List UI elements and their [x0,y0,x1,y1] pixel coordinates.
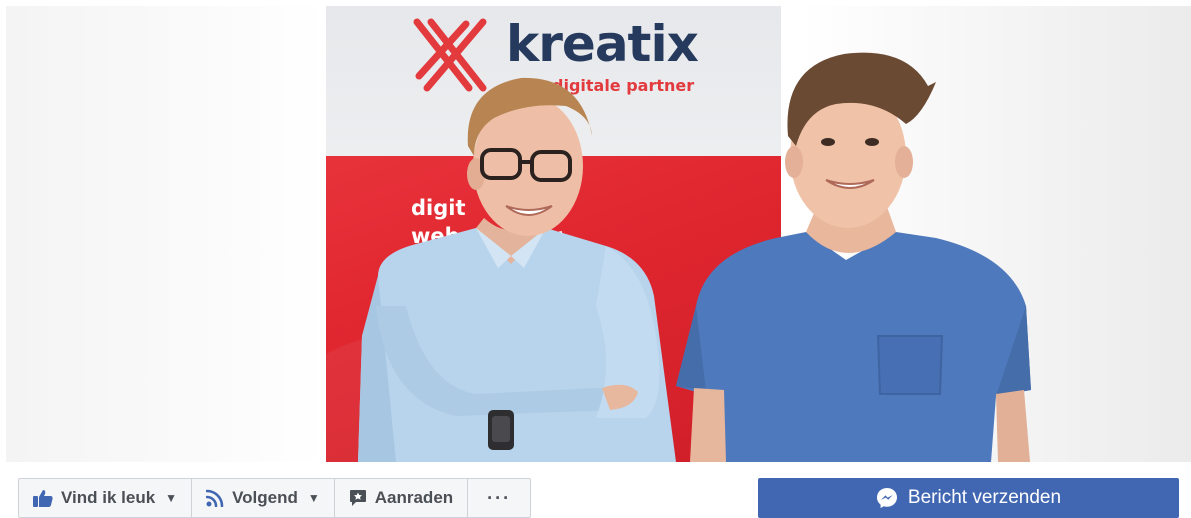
follow-button-label: Volgend [232,488,298,507]
more-options-button[interactable]: ··· [468,479,530,517]
rss-feed-icon [206,489,224,507]
thumbs-up-icon [33,489,53,507]
star-speech-bubble-icon [349,489,367,507]
like-button[interactable]: Vind ik leuk ▼ [19,479,193,517]
ellipsis-icon: ··· [487,487,512,508]
cover-photo[interactable]: kreatix digitale partner digit eting web… [6,6,1191,462]
person-right [676,52,1031,462]
chevron-down-icon: ▼ [165,491,178,505]
recommend-button[interactable]: Aanraden [335,479,469,517]
chevron-down-icon: ▼ [307,491,320,505]
recommend-button-label: Aanraden [374,488,454,507]
send-message-button[interactable]: Bericht verzenden [758,478,1179,518]
follow-button[interactable]: Volgend ▼ [192,479,335,517]
like-button-label: Vind ik leuk [61,488,156,507]
send-message-label: Bericht verzenden [907,487,1062,508]
page-action-buttons: Vind ik leuk ▼ Volgend ▼ Aanraden ··· [18,478,532,518]
messenger-icon [876,487,898,509]
